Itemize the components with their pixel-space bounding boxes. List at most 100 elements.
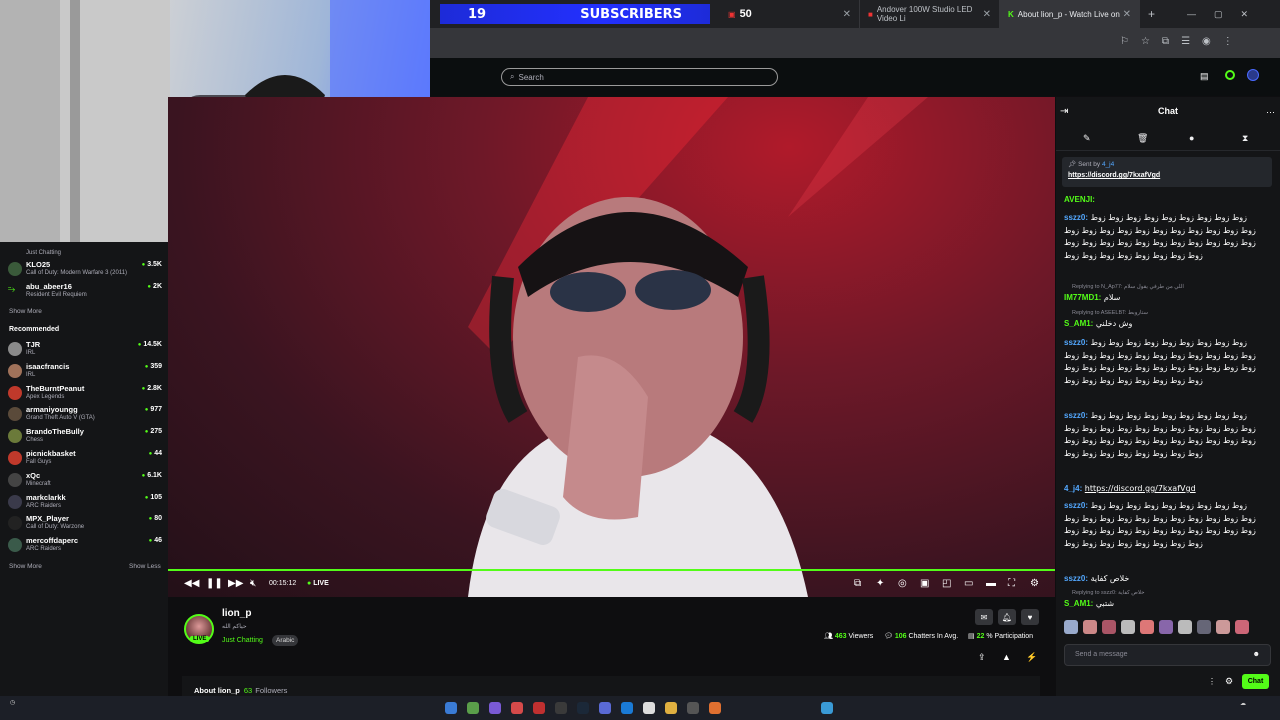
taskbar-app-icon[interactable] (555, 702, 567, 714)
search-input[interactable]: ⌕ Search (501, 68, 778, 86)
pinned-link[interactable]: https://discord.gg/7kxafVgd (1068, 172, 1266, 179)
new-tab-button[interactable]: + (1148, 7, 1155, 21)
forward-icon[interactable]: ▶▶ (228, 578, 243, 589)
close-icon[interactable]: ✕ (1123, 9, 1131, 20)
chat-send-button[interactable]: Chat (1242, 674, 1269, 689)
more-options-icon[interactable]: ⋯ (1266, 107, 1275, 118)
share-icon[interactable]: ⇪ (978, 652, 986, 663)
sidebar-item-theburntpeanut[interactable]: TheBurntPeanutApex Legends 2.8K (8, 384, 162, 404)
pause-icon[interactable]: ❚❚ (206, 578, 223, 589)
avatar[interactable] (1247, 69, 1259, 81)
sidebar-item-xqc[interactable]: xQcMinecraft 6.1K (8, 471, 162, 491)
chat-message[interactable]: AVENJI: (1064, 194, 1264, 207)
sidebar-item-following[interactable]: ⥲ abu_abeer16 Resident Evil Requiem 2K (8, 282, 162, 302)
sidebar-item-top[interactable]: Just Chatting (8, 242, 162, 262)
emote-icon[interactable] (1235, 620, 1249, 634)
chat-message[interactable]: sszz0: خلاص كفاية (1064, 573, 1264, 586)
chat-message[interactable]: S_AM1: شتبي (1064, 598, 1264, 611)
chat-message[interactable]: S_AM1: وش دخلني (1064, 318, 1264, 331)
sparkle-icon[interactable]: ✦ (876, 578, 884, 589)
wide-icon[interactable]: ▬ (986, 578, 996, 589)
emote-icon[interactable] (1083, 620, 1097, 634)
chat-username[interactable]: sszz0: (1064, 213, 1088, 222)
channel-name[interactable]: lion_p (222, 608, 251, 619)
browser-tab-andover[interactable]: ■ Andover 100W Studio LED Video Li ✕ (860, 0, 1000, 28)
chat-username[interactable]: S_AM1: (1064, 599, 1093, 608)
chat-username[interactable]: IM77MD1: (1064, 293, 1101, 302)
taskbar-tray[interactable]: ☁ (1240, 700, 1246, 707)
emote-icon[interactable] (1140, 620, 1154, 634)
miniplayer-icon[interactable]: ◰ (942, 578, 951, 589)
gift-icon[interactable]: ✉ (975, 609, 993, 625)
notification-icon[interactable]: ▤ (1200, 71, 1209, 82)
quality-icon[interactable]: ◎ (898, 578, 907, 589)
collapse-chat-icon[interactable]: ⇥ (1060, 106, 1068, 117)
emoji-icon[interactable]: ☻ (1253, 651, 1260, 658)
taskbar-app-icon[interactable] (821, 702, 833, 714)
emote-icon[interactable] (1178, 620, 1192, 634)
chrome-icon[interactable] (511, 702, 523, 714)
chat-message[interactable]: 4_j4: https://discord.gg/7kxafVgd (1064, 483, 1264, 496)
rewind-icon[interactable]: ◀◀ (184, 578, 199, 589)
chat-username[interactable]: AVENJI: (1064, 195, 1095, 204)
sidebar-item-mercoffdaperc[interactable]: mercoffdapercARC Raiders 46 (8, 536, 162, 556)
chat-input[interactable]: Send a message ☻ (1064, 644, 1271, 666)
chat-message[interactable]: IM77MD1: سلام (1064, 292, 1264, 305)
chat-message[interactable]: sszz0: زوط زوط زوط زوط زوط زوط زوط زوط ز… (1064, 500, 1264, 550)
fullscreen-icon[interactable]: ⛶ (1008, 578, 1015, 589)
sidebar-item-isaacfrancis[interactable]: isaacfrancisIRL 359 (8, 362, 162, 382)
pinned-message[interactable]: 📌︎ Sent by 4_j4 https://discord.gg/7kxaf… (1062, 157, 1272, 187)
emote-icon[interactable] (1197, 620, 1211, 634)
emote-icon[interactable] (1064, 620, 1078, 634)
sidebar-item-brandothebully[interactable]: BrandoTheBullyChess 275 (8, 427, 162, 447)
sidebar-item-picnickbasket[interactable]: picnickbasketFall Guys 44 (8, 449, 162, 469)
chat-settings-icon[interactable]: ⚙ (1225, 676, 1233, 687)
video-player[interactable] (168, 97, 1055, 597)
taskbar-app-icon[interactable] (709, 702, 721, 714)
search-taskbar-icon[interactable] (445, 702, 457, 714)
sidebar-item-markclarkk[interactable]: markclarkkARC Raiders 105 (8, 493, 162, 513)
settings-icon[interactable]: ⚙ (1030, 578, 1039, 589)
chat-username[interactable]: sszz0: (1064, 501, 1088, 510)
mute-notifications-icon[interactable]: ⚡ (1026, 652, 1037, 663)
close-icon[interactable]: ✕ (983, 9, 991, 20)
taskbar-app-icon[interactable] (467, 702, 479, 714)
taskbar-app-icon[interactable] (599, 702, 611, 714)
pin-icon[interactable]: ✎ (1083, 133, 1091, 144)
chat-bubble-icon[interactable]: ● (1189, 133, 1194, 143)
show-less-button[interactable]: Show Less (129, 563, 161, 570)
chat-message[interactable]: sszz0: زوط زوط زوط زوط زوط زوط زوط زوط ز… (1064, 410, 1264, 460)
taskbar-app-icon[interactable] (489, 702, 501, 714)
chat-username[interactable]: sszz0: (1064, 574, 1088, 583)
edge-icon[interactable] (621, 702, 633, 714)
more-vertical-icon[interactable]: ⋮ (1208, 677, 1216, 686)
taskbar-app-icon[interactable] (533, 702, 545, 714)
sidebar-item-mpx_player[interactable]: MPX_PlayerCall of Duty: Warzone 80 (8, 514, 162, 534)
trash-icon[interactable]: 🗑︎ (1137, 133, 1148, 144)
sidebar-item-tjr[interactable]: TJRIRL 14.5K (8, 340, 162, 360)
timer-icon[interactable]: ⧗ (1242, 133, 1248, 144)
status-icon[interactable] (1225, 70, 1235, 80)
chat-username[interactable]: sszz0: (1064, 411, 1088, 420)
steam-icon[interactable] (577, 702, 589, 714)
theater-icon[interactable]: ▭ (964, 578, 973, 589)
address-bar[interactable]: ⚐☆⧉☰◉⋮ (430, 28, 1280, 58)
emote-icon[interactable] (1102, 620, 1116, 634)
heart-icon[interactable]: ♥ (1021, 609, 1039, 625)
bell-icon[interactable]: 🔔︎ (998, 609, 1016, 625)
folder-icon[interactable] (665, 702, 677, 714)
language-tag[interactable]: Arabic (272, 635, 299, 646)
chat-username[interactable]: 4_j4: (1064, 484, 1082, 493)
window-controls[interactable]: —▢✕ (1187, 9, 1266, 20)
playback-progress-bar[interactable] (168, 569, 1055, 571)
stream-category[interactable]: Just Chatting (222, 637, 263, 644)
emote-icon[interactable] (1121, 620, 1135, 634)
emote-icon[interactable] (1216, 620, 1230, 634)
chat-message[interactable]: sszz0: زوط زوط زوط زوط زوط زوط زوط زوط ز… (1064, 212, 1264, 262)
close-icon[interactable]: ✕ (843, 9, 851, 20)
chat-username[interactable]: sszz0: (1064, 338, 1088, 347)
sidebar-item-armaniyoungg[interactable]: armaniyounggGrand Theft Auto V (GTA) 977 (8, 405, 162, 425)
pip-icon[interactable]: ▣ (920, 578, 929, 589)
show-more-button[interactable]: Show More (9, 563, 42, 570)
taskbar-app-icon[interactable] (643, 702, 655, 714)
